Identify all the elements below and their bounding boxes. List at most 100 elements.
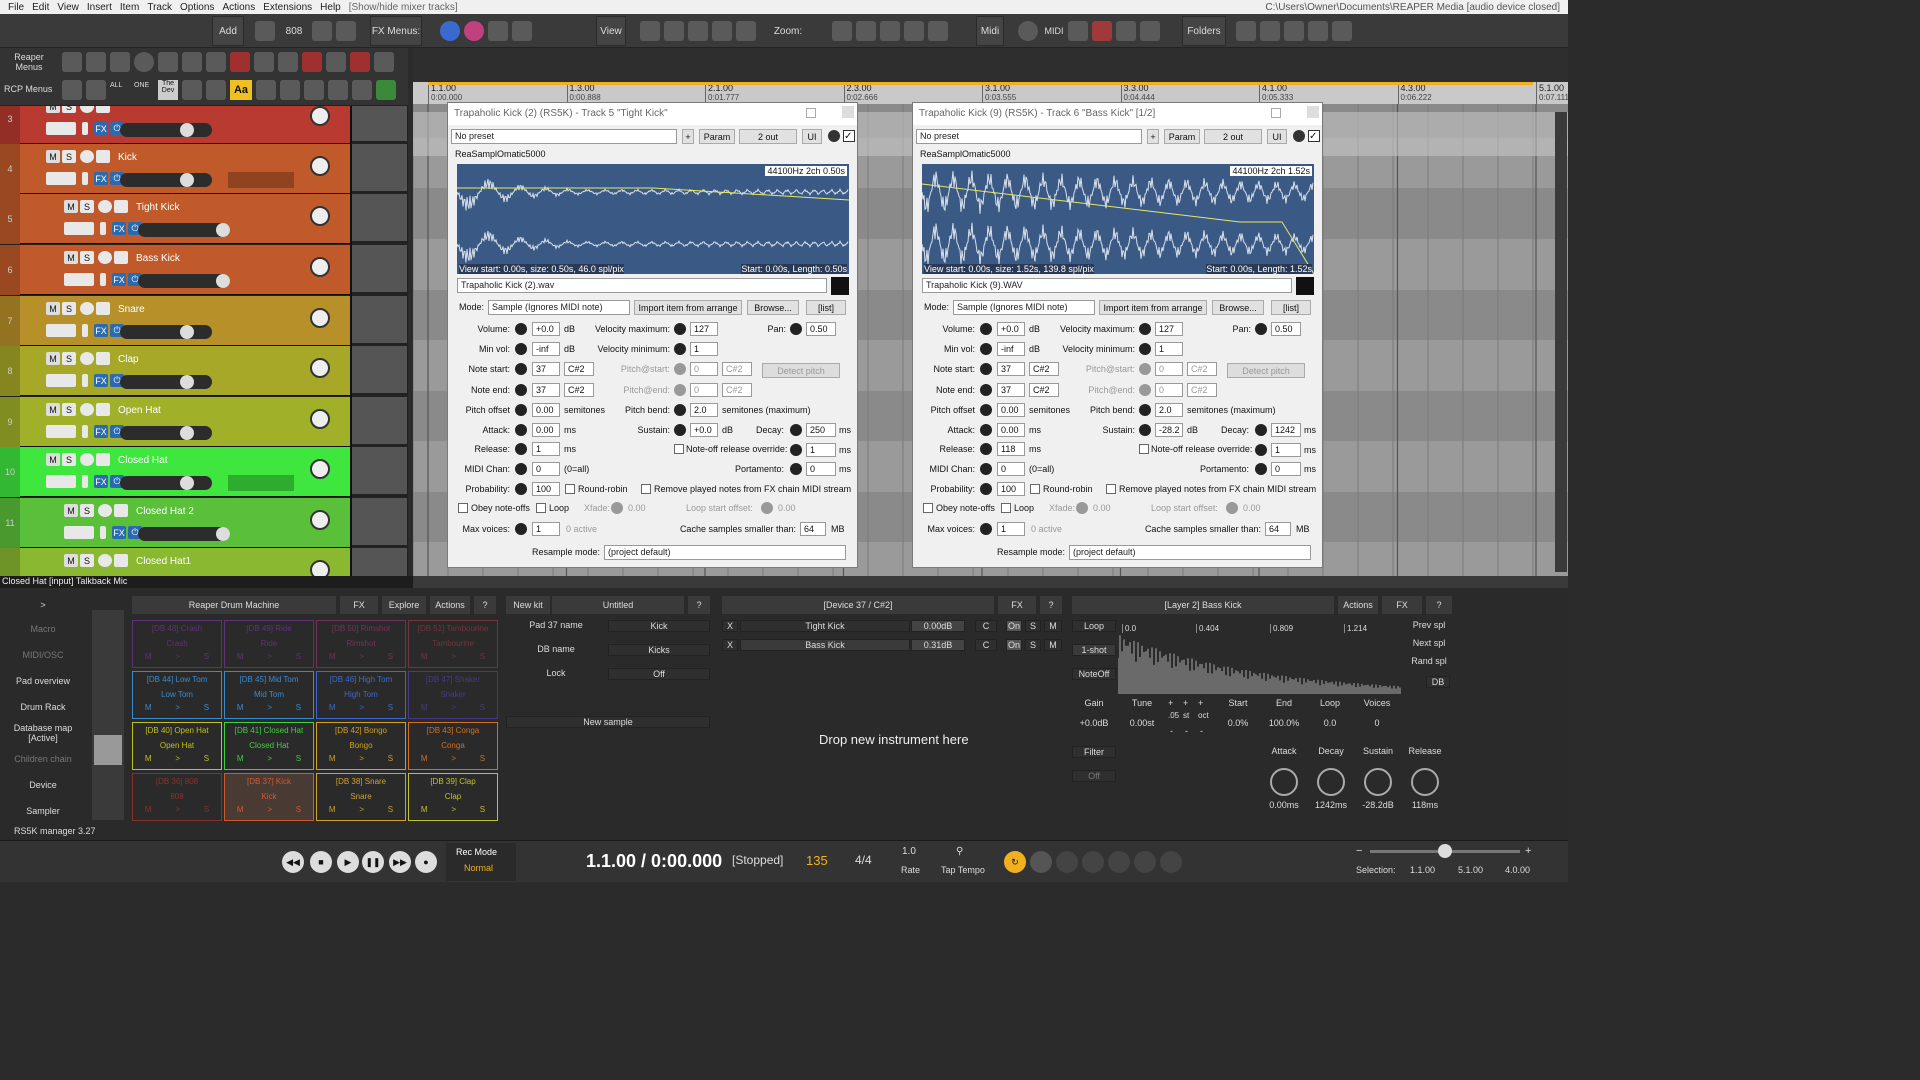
pan-field[interactable]: 0.50 <box>806 322 836 336</box>
adsr-release-knob[interactable] <box>1411 768 1439 796</box>
fx-button[interactable]: FX <box>94 425 108 438</box>
rcp-menus-button[interactable]: RCP Menus <box>4 84 58 94</box>
pitch-offset-field[interactable]: 0.00 <box>997 403 1025 417</box>
pad-btn-1[interactable]: > <box>267 805 272 814</box>
pad-btn-2[interactable]: S <box>204 652 209 661</box>
rewind-icon[interactable]: ◀◀ <box>282 851 304 873</box>
layer-name[interactable]: Bass Kick <box>740 639 910 651</box>
menu-help[interactable]: Help <box>320 2 341 13</box>
pitch-bend-field[interactable]: 2.0 <box>690 403 718 417</box>
release-knob[interactable] <box>980 443 992 455</box>
pad-btn-0[interactable]: M <box>329 805 336 814</box>
tap-tempo-icon[interactable]: ⚲ <box>956 846 963 857</box>
pitch-end-field[interactable]: 0 <box>690 383 718 397</box>
record-arm-icon[interactable] <box>80 302 94 315</box>
zoom-plus[interactable]: + <box>1525 845 1531 857</box>
attack-field[interactable]: 0.00 <box>532 423 560 437</box>
browse-button[interactable]: Browse... <box>747 300 799 315</box>
xfade-knob[interactable] <box>1076 502 1088 514</box>
note-icon[interactable] <box>302 52 322 72</box>
mute-button[interactable]: M <box>64 504 78 517</box>
add-button[interactable]: Add <box>212 16 244 46</box>
io-icon[interactable] <box>64 222 94 235</box>
text-size-button[interactable]: Aa <box>230 80 252 100</box>
pad-btn-1[interactable]: > <box>175 805 180 814</box>
grid-view-icon[interactable] <box>376 80 396 100</box>
obey-noteoffs-checkbox[interactable] <box>458 503 468 513</box>
folder-up-icon[interactable] <box>1260 21 1280 41</box>
tune-plus-0[interactable]: + <box>1168 698 1173 708</box>
instrument-icon[interactable] <box>336 21 356 41</box>
pad-btn-2[interactable]: S <box>388 805 393 814</box>
track-3[interactable]: 6 M S Bass Kick FX ⏻ <box>0 245 350 295</box>
detect-pitch-button[interactable]: Detect pitch <box>762 363 840 378</box>
pad-btn-0[interactable]: M <box>329 652 336 661</box>
pan-knob[interactable] <box>310 459 330 479</box>
volume-field[interactable]: +0.0 <box>532 322 560 336</box>
drum-actions-button[interactable]: Actions <box>430 596 470 614</box>
timeline-ruler[interactable]: 1.1.00 0:00.000 1.3.00 0:00.888 2.1.00 0:01.7… <box>413 82 1569 104</box>
play-mode-noteoff[interactable]: NoteOff <box>1072 668 1116 680</box>
nav-collapse-button[interactable]: > <box>0 596 86 614</box>
drum-pad[interactable]: [DB 40] Open Hat Open Hat M > S <box>132 722 222 770</box>
midi-chan-field[interactable]: 0 <box>997 462 1025 476</box>
layer-solo-button[interactable]: S <box>1025 620 1041 632</box>
adsr-decay-knob[interactable] <box>1317 768 1345 796</box>
nav-children-chain[interactable]: Children chain <box>0 754 86 764</box>
remove-notes-checkbox[interactable] <box>1106 484 1116 494</box>
pad-btn-2[interactable]: S <box>204 703 209 712</box>
pan-knob[interactable] <box>310 156 330 176</box>
pad-btn-1[interactable]: > <box>267 754 272 763</box>
loop-checkbox[interactable] <box>536 503 546 513</box>
ui-button[interactable]: UI <box>802 129 822 144</box>
lock-icon[interactable] <box>206 52 226 72</box>
loop-start-knob[interactable] <box>761 502 773 514</box>
mode-1-icon[interactable] <box>1056 851 1078 873</box>
monitor-icon[interactable] <box>96 106 110 113</box>
drum-pad[interactable]: [DB 41] Closed Hat Closed Hat M > S <box>224 722 314 770</box>
track-4[interactable]: 7 M S Snare FX ⏻ <box>0 296 350 346</box>
settings-icon[interactable] <box>134 52 154 72</box>
probability-knob[interactable] <box>515 483 527 495</box>
loop-marker[interactable] <box>428 82 1533 85</box>
fader-knob[interactable] <box>216 223 230 237</box>
mute-button[interactable]: M <box>46 403 60 416</box>
vel-max-field[interactable]: 127 <box>690 322 718 336</box>
selection-length[interactable]: 4.0.00 <box>1505 865 1530 875</box>
pad-btn-0[interactable]: M <box>237 754 244 763</box>
note-end-field[interactable]: 37 <box>532 383 560 397</box>
view-button[interactable]: View <box>596 16 626 46</box>
attack-field[interactable]: 0.00 <box>997 423 1025 437</box>
pan-knob[interactable] <box>310 308 330 328</box>
note-end-field[interactable]: 37 <box>997 383 1025 397</box>
freeze-icon[interactable] <box>1140 21 1160 41</box>
resample-select[interactable]: (project default) <box>1069 545 1311 560</box>
loop-start-knob[interactable] <box>1226 502 1238 514</box>
mute-button[interactable]: M <box>64 200 78 213</box>
volume-knob[interactable] <box>980 323 992 335</box>
routing-icon[interactable] <box>736 21 756 41</box>
track-9[interactable]: MSClosed Hat1FX⏻ <box>0 548 350 576</box>
menu-view[interactable]: View <box>57 2 79 13</box>
attack-knob[interactable] <box>515 424 527 436</box>
pad-btn-0[interactable]: M <box>421 805 428 814</box>
position-display[interactable]: 1.1.00 / 0:00.000 <box>586 851 722 872</box>
drum-pad[interactable]: [DB 45] Mid Tom Mid Tom M > S <box>224 671 314 719</box>
probability-field[interactable]: 100 <box>532 482 560 496</box>
tune-value[interactable]: 0.00st <box>1120 718 1164 728</box>
layer-name[interactable]: Tight Kick <box>740 620 910 632</box>
new-kit-button[interactable]: New kit <box>506 596 550 614</box>
mode-select[interactable]: Sample (Ignores MIDI note) <box>953 300 1095 315</box>
layer-help-button[interactable]: ? <box>1426 596 1452 614</box>
pad-btn-0[interactable]: M <box>237 805 244 814</box>
pan-knob[interactable] <box>310 257 330 277</box>
pitch-end-knob[interactable] <box>674 384 686 396</box>
layer-fx-button[interactable]: FX <box>1382 596 1422 614</box>
rs5k-window-tight-kick[interactable]: Trapaholic Kick (2) (RS5K) - Track 5 "Ti… <box>447 102 858 568</box>
volume-fader[interactable] <box>138 223 230 237</box>
color-swatch[interactable] <box>831 277 849 295</box>
pan-knob[interactable] <box>1255 323 1267 335</box>
layer-volume[interactable]: 0.31dB <box>911 639 965 651</box>
volume-fader[interactable] <box>120 325 212 339</box>
pan-knob[interactable] <box>310 206 330 226</box>
